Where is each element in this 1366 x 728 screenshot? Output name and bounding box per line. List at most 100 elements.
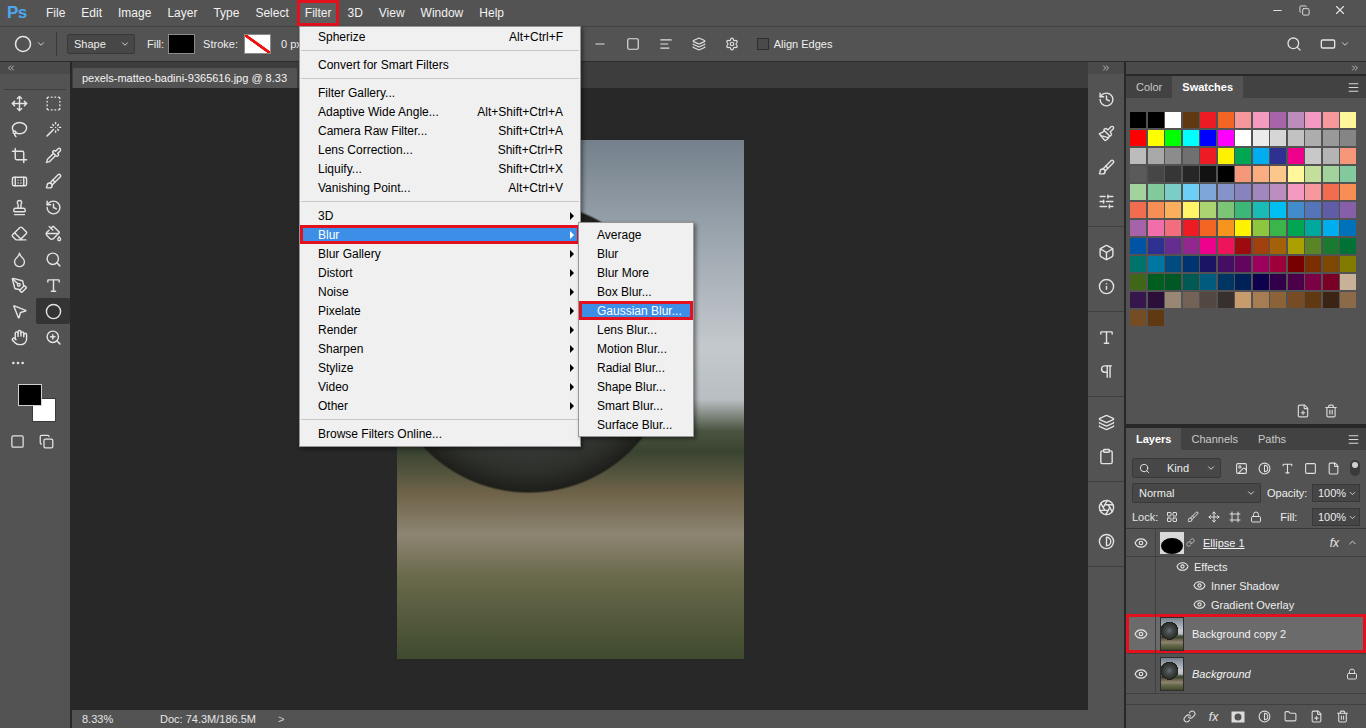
swatch[interactable] [1288,130,1304,146]
workspace-icon[interactable] [1320,36,1336,52]
swatch[interactable] [1218,112,1234,128]
swatch[interactable] [1148,130,1164,146]
path-arrangement-button[interactable] [683,32,716,56]
color-picker[interactable] [14,380,60,426]
swatch[interactable] [1130,220,1146,236]
eraser-icon[interactable] [11,225,28,242]
menu-item[interactable]: Stylize [300,358,580,377]
submenu-item[interactable]: Motion Blur... [579,339,693,358]
swatch[interactable] [1235,130,1251,146]
swatch[interactable] [1340,202,1356,218]
tool-button[interactable] [36,324,70,350]
swatch[interactable] [1148,238,1164,254]
swatch[interactable] [1130,238,1146,254]
swatch[interactable] [1323,184,1339,200]
swatch[interactable] [1235,184,1251,200]
brush-presets-icon[interactable] [1098,125,1115,142]
swatch[interactable] [1200,130,1216,146]
layer-name[interactable]: Ellipse 1 [1203,537,1245,549]
marquee-icon[interactable] [45,95,62,112]
eye-icon[interactable] [1193,598,1206,611]
swatch[interactable] [1235,166,1251,182]
layer-comps-icon[interactable] [1098,414,1115,431]
submenu-item[interactable]: Blur More [579,263,693,282]
menu-item[interactable]: Camera Raw Filter...Shift+Ctrl+A [300,121,580,140]
dodge-icon[interactable] [45,251,62,268]
type-filter-icon[interactable] [1281,462,1294,475]
eye-icon[interactable] [1134,627,1148,641]
swatch[interactable] [1323,166,1339,182]
visibility-cell[interactable] [1126,529,1156,556]
tool-button[interactable] [2,220,36,246]
menu-bar-item[interactable]: Help [471,0,512,26]
swatch[interactable] [1340,148,1356,164]
swatch[interactable] [1270,238,1286,254]
swatch[interactable] [1148,274,1164,290]
menu-item[interactable]: Noise [300,282,580,301]
mask-icon[interactable] [1231,711,1245,723]
menu-bar-item[interactable]: File [38,0,73,26]
restore-button[interactable] [1291,0,1318,20]
swatch[interactable] [1200,256,1216,272]
pen-icon[interactable] [11,277,28,294]
eye-icon[interactable] [1193,579,1206,592]
align-edges-checkbox[interactable] [757,38,769,50]
swatch[interactable] [1340,238,1356,254]
swatch[interactable] [1200,220,1216,236]
screen-mode-icon[interactable] [39,434,54,449]
swatch[interactable] [1288,220,1304,236]
3d-icon[interactable] [1098,244,1115,261]
paragraph-icon[interactable] [1098,363,1115,380]
submenu-item[interactable]: Box Blur... [579,282,693,301]
notes-icon[interactable] [1098,448,1115,465]
collapse-bar[interactable] [1126,62,1366,74]
swatch[interactable] [1305,256,1321,272]
fill-swatch[interactable] [168,34,195,54]
swatch[interactable] [1235,148,1251,164]
swatch[interactable] [1148,148,1164,164]
menu-item[interactable]: SpherizeAlt+Ctrl+F [300,27,580,46]
swatch[interactable] [1183,130,1199,146]
menu-item[interactable]: Video [300,377,580,396]
swatch[interactable] [1323,112,1339,128]
swatch[interactable] [1270,292,1286,308]
layer-name[interactable]: Background [1192,668,1251,680]
foreground-color[interactable] [18,384,42,406]
swatch[interactable] [1270,274,1286,290]
chevron-down-icon[interactable] [1340,39,1350,49]
submenu-item[interactable]: Shape Blur... [579,377,693,396]
menu-bar-item[interactable]: 3D [339,0,370,26]
close-icon[interactable] [1333,3,1347,17]
swatch[interactable] [1323,130,1339,146]
effects-row[interactable]: Effects [1126,557,1366,576]
swatch[interactable] [1235,220,1251,236]
menu-bar-item[interactable]: Image [110,0,159,26]
swatch[interactable] [1130,292,1146,308]
tool-button[interactable] [36,272,70,298]
hand-icon[interactable] [11,329,28,346]
swatch[interactable] [1218,166,1234,182]
panel-button[interactable] [1093,358,1119,384]
expand-icon[interactable] [1101,63,1111,73]
tool-button[interactable] [2,194,36,220]
submenu-item[interactable]: Radial Blur... [579,358,693,377]
properties-icon[interactable] [1098,193,1115,210]
swatch[interactable] [1305,112,1321,128]
swatch[interactable] [1323,292,1339,308]
tool-button[interactable] [2,90,36,116]
menu-item[interactable]: Vanishing Point...Alt+Ctrl+V [300,178,580,197]
new-layer-icon[interactable] [1310,710,1323,723]
chevron-down-icon[interactable] [36,39,46,49]
align-icon[interactable] [659,37,673,51]
swatch[interactable] [1253,274,1269,290]
tool-button[interactable] [36,142,70,168]
layer-name[interactable]: Background copy 2 [1192,628,1286,640]
workspace-switcher[interactable] [1320,36,1350,52]
swatch[interactable] [1218,220,1234,236]
swatch[interactable] [1270,112,1286,128]
menu-bar-item[interactable]: Select [247,0,296,26]
search-icon[interactable] [1286,36,1302,52]
new-swatch-icon[interactable] [1296,404,1310,418]
swatch[interactable] [1253,166,1269,182]
lasso-icon[interactable] [11,121,28,138]
